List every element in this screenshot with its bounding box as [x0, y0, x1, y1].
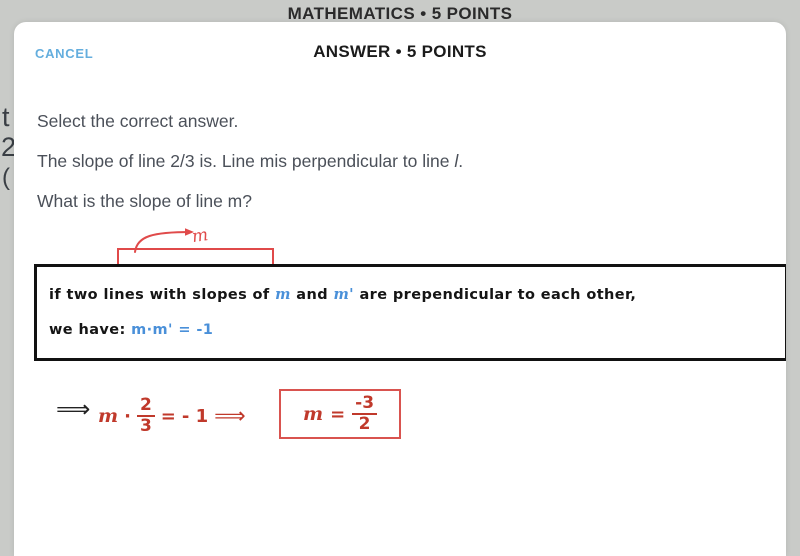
final-answer-variable: m: [302, 403, 324, 425]
solution-right-hand-side: - 1: [181, 405, 209, 427]
rule-line-1: if two lines with slopes of m and m' are…: [49, 286, 636, 303]
rule-line-1-part-1: if two lines with slopes of: [49, 287, 276, 303]
modal-title: ANSWER • 5 POINTS: [313, 42, 487, 61]
question-instruction: Select the correct answer.: [37, 111, 239, 131]
solution-fraction: 2 3: [136, 396, 155, 437]
final-answer-fraction: -3 2: [352, 394, 378, 434]
solution-fraction-numerator: 2: [136, 396, 155, 418]
handwritten-rule-box: if two lines with slopes of m and m' are…: [34, 264, 786, 361]
solution-implies-symbol-2: ⟹: [214, 403, 246, 429]
final-answer-equals: =: [330, 403, 346, 425]
rule-line-1-variable-m: m: [275, 286, 291, 303]
background-text-fragment-1: t: [2, 102, 10, 132]
final-answer-numerator: -3: [352, 394, 378, 415]
modal-header: CANCEL ANSWER • 5 POINTS: [14, 22, 786, 66]
solution-variable: m: [98, 405, 119, 428]
answer-modal: CANCEL ANSWER • 5 POINTS Select the corr…: [14, 22, 786, 556]
question-statement-end: .: [458, 151, 464, 171]
question-statement: The slope of line 2/3 is. Line mis perpe…: [37, 151, 464, 171]
rule-line-1-part-3: are prependicular to each other,: [354, 287, 637, 303]
solution-line: ⟹ m · 2 3 = - 1 ⟹ m = -3 2: [34, 379, 454, 449]
solution-implies-symbol-1: ⟹: [56, 395, 91, 423]
rule-line-1-variable-m-prime: m': [333, 286, 355, 303]
rule-line-2: we have: m·m' = -1: [49, 322, 213, 338]
annotation-arrow-label: m: [190, 224, 210, 248]
background-header-title: MATHEMATICS • 5 POINTS: [287, 4, 513, 22]
question-prompt: What is the slope of line m?: [37, 191, 252, 211]
final-answer-denominator: 2: [358, 414, 371, 434]
solution-expression: m · 2 3 = - 1 ⟹: [98, 396, 246, 437]
solution-fraction-denominator: 3: [139, 416, 152, 437]
solution-equals: =: [160, 405, 176, 427]
annotation-arrow-icon: [134, 228, 194, 253]
rule-line-1-part-2: and: [290, 287, 334, 303]
rule-line-2-label: we have:: [49, 322, 132, 338]
question-prompt-suffix: ?: [242, 191, 252, 211]
question-prompt-highlighted: the slope of line m: [100, 191, 243, 211]
solution-multiply-dot: ·: [124, 405, 131, 427]
final-answer-box: m = -3 2: [279, 389, 401, 439]
question-statement-text: The slope of line 2/3 is. Line mis perpe…: [37, 151, 455, 171]
background-page-header: MATHEMATICS • 5 POINTS: [0, 0, 800, 22]
rule-line-2-equation: m·m' = -1: [131, 322, 214, 338]
background-text-fragment-3: (: [2, 164, 10, 191]
question-prompt-prefix: What is: [37, 191, 101, 211]
